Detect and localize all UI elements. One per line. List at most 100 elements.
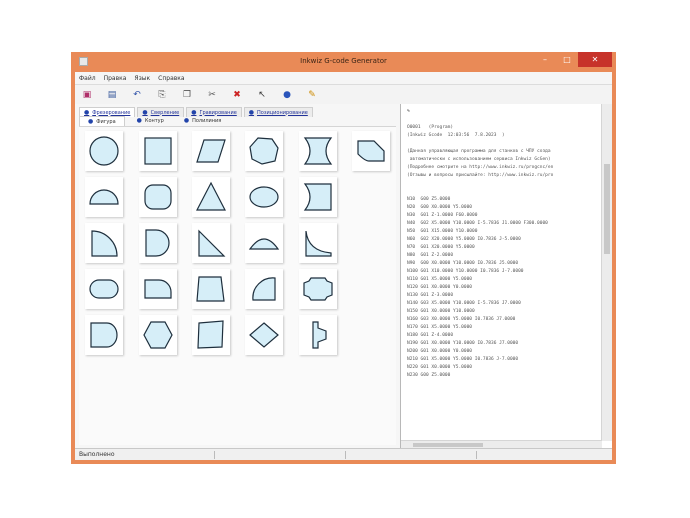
menu-bar: Файл Правка Язык Справка	[75, 72, 612, 84]
menu-help[interactable]: Справка	[158, 75, 184, 82]
subtab-bullet-icon: ●	[88, 118, 94, 125]
status-pane	[345, 450, 476, 459]
shape-half-circle[interactable]	[85, 177, 123, 217]
shape-skewed-rect[interactable]	[192, 315, 230, 355]
subtab-polyline[interactable]: ● Полилиния	[176, 116, 230, 125]
close-button[interactable]: ✕	[578, 52, 612, 67]
maximize-icon: □	[563, 55, 571, 64]
code-line: N80 G01 Z-2.0000	[407, 253, 454, 258]
code-line: N100 G01 X10.0000 Y10.0000 I0.7836 J-7.0…	[407, 269, 524, 274]
skewed-rect-icon	[197, 320, 224, 349]
maximize-button[interactable]: □	[556, 52, 578, 67]
title-bar[interactable]: Inkwiz G-code Generator – □ ✕	[75, 52, 612, 72]
code-line: N200 G01 X0.0000 Y0.0000	[407, 349, 473, 354]
code-line: N70 G01 X20.0000 Y5.0000	[407, 245, 475, 250]
pointer-button[interactable]: ↖	[254, 87, 270, 102]
gcode-panel: % O0001 (Program) (Inkwiz Gcode 12:03:56 7…	[401, 104, 612, 449]
shape-circle[interactable]	[85, 131, 123, 171]
shape-diamond[interactable]	[245, 315, 283, 355]
hexagon-icon	[143, 321, 173, 349]
code-line: N150 G01 X0.0000 Y10.0000	[407, 309, 475, 314]
code-line: N40 G02 X5.0000 Y10.0000 I-5.7836 J1.000…	[407, 221, 548, 226]
code-line: %	[407, 109, 410, 114]
copy-button[interactable]: ⎘	[154, 87, 170, 102]
scroll-thumb[interactable]	[604, 164, 610, 254]
shapes-panel: ● Фрезерование ● Сверление ● Гравирование ●…	[75, 104, 401, 449]
shape-triangle[interactable]	[192, 177, 230, 217]
code-line: O0001 (Program)	[407, 125, 454, 130]
shape-notched-rectangle[interactable]	[352, 131, 390, 171]
shape-hexagon[interactable]	[139, 315, 177, 355]
shape-rounded-square[interactable]	[139, 177, 177, 217]
code-line: N160 G03 X0.0000 Y5.0000 I0.7836 J7.0000	[407, 317, 516, 322]
menu-edit[interactable]: Правка	[104, 75, 127, 82]
tab-label: Фрезерование	[92, 109, 131, 116]
menu-language[interactable]: Язык	[134, 75, 150, 82]
shape-concave-sides[interactable]	[299, 131, 337, 171]
shape-octagon[interactable]	[245, 131, 283, 171]
code-line: N210 G01 X5.0000 Y5.0000 I0.7836 J-7.000…	[407, 357, 519, 362]
shape-parallelogram[interactable]	[192, 131, 230, 171]
delete-button[interactable]: ✖	[229, 87, 245, 102]
paste-button[interactable]: ❐	[179, 87, 195, 102]
shape-quarter-rounded-rect[interactable]	[139, 269, 177, 309]
ellipse-icon	[249, 186, 279, 208]
half-circle-icon	[89, 189, 119, 205]
shape-concave-corner[interactable]	[299, 223, 337, 263]
refresh-button[interactable]: ●	[279, 87, 295, 102]
code-line: N30 G01 Z-1.0000 F60.0000	[407, 213, 478, 218]
toolbar: ▣ ▤ ↶ ⎘ ❐ ✂ ✖ ↖ ● ✎	[75, 84, 612, 105]
code-line: N180 G01 Z-4.0000	[407, 333, 454, 338]
shape-stadium[interactable]	[85, 269, 123, 309]
shape-d-rect[interactable]	[85, 315, 123, 355]
concave-sides-icon	[303, 137, 333, 165]
mode-subtabs: ● Фигура ● Контур ● Полилиния	[79, 116, 233, 127]
code-line: (Данная управляющая программа для станко…	[407, 149, 551, 154]
arc-corner-icon	[252, 277, 276, 301]
tab-bullet-icon: ●	[248, 109, 255, 116]
gcode-editor[interactable]: % O0001 (Program) (Inkwiz Gcode 12:03:56 7…	[403, 104, 602, 441]
subtab-contour[interactable]: ● Контур	[129, 116, 172, 125]
shape-ellipse[interactable]	[245, 177, 283, 217]
tab-label: Позиционирование	[257, 109, 308, 116]
shape-trapezoid[interactable]	[192, 269, 230, 309]
vertical-scrollbar[interactable]	[601, 104, 612, 441]
shape-right-triangle[interactable]	[192, 223, 230, 263]
subtab-label: Фигура	[96, 118, 116, 125]
tab-label: Сверление	[150, 109, 180, 116]
code-line: N90 G00 X0.0000 Y10.0000 I0.7836 J5.0000	[407, 261, 519, 266]
notched-rectangle-icon	[357, 140, 385, 162]
undo-button[interactable]: ↶	[129, 87, 145, 102]
code-line: N20 G00 X0.0000 Y5.0000	[407, 205, 473, 210]
tab-positioning[interactable]: ● Позиционирование	[243, 107, 313, 117]
window-title: Inkwiz G-code Generator	[300, 57, 387, 65]
shape-arc-corner[interactable]	[245, 269, 283, 309]
parallelogram-icon	[196, 139, 226, 163]
save-icon: ▣	[82, 89, 92, 100]
shape-rectangle[interactable]	[139, 131, 177, 171]
concave-left-icon	[303, 183, 332, 211]
save-button[interactable]: ▣	[79, 87, 95, 102]
preview-button[interactable]: ▤	[104, 87, 120, 102]
shape-d-shape[interactable]	[139, 223, 177, 263]
minimize-button[interactable]: –	[534, 52, 556, 67]
shape-quarter-circle[interactable]	[85, 223, 123, 263]
concave-corner-icon	[305, 230, 332, 257]
code-line: N190 G01 X0.0000 Y10.0000 I0.7836 J7.000…	[407, 341, 519, 346]
circle-icon	[89, 136, 119, 166]
shape-segment[interactable]	[245, 223, 283, 263]
scroll-thumb[interactable]	[413, 443, 483, 447]
triangle-icon	[196, 181, 226, 211]
shape-bracket[interactable]	[299, 315, 337, 355]
tools-button[interactable]: ✎	[304, 87, 320, 102]
shape-concave-left[interactable]	[299, 177, 337, 217]
cut-button[interactable]: ✂	[204, 87, 220, 102]
status-pane	[476, 450, 607, 459]
quarter-rounded-rect-icon	[144, 279, 172, 299]
code-line: автоматически с использованием сервиса I…	[407, 157, 551, 162]
shape-notched-oval[interactable]	[299, 269, 337, 309]
menu-file[interactable]: Файл	[79, 75, 96, 82]
